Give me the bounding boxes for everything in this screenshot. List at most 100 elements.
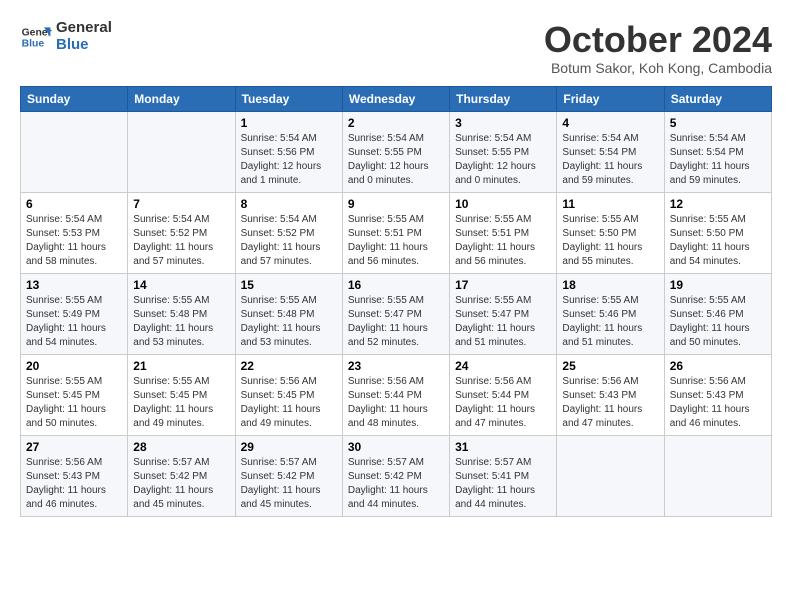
day-info: Sunrise: 5:57 AM Sunset: 5:41 PM Dayligh…	[455, 456, 551, 512]
title-block: October 2024 Botum Sakor, Koh Kong, Camb…	[544, 20, 772, 76]
day-number: 9	[348, 197, 444, 211]
calendar-week-row: 27Sunrise: 5:56 AM Sunset: 5:43 PM Dayli…	[21, 435, 772, 516]
day-info: Sunrise: 5:54 AM Sunset: 5:52 PM Dayligh…	[241, 213, 337, 269]
day-info: Sunrise: 5:56 AM Sunset: 5:43 PM Dayligh…	[26, 456, 122, 512]
calendar-cell: 11 Sunrise: 5:55 AM Sunset: 5:50 PM Dayli…	[557, 192, 664, 273]
calendar-cell: 24 Sunrise: 5:56 AM Sunset: 5:44 PM Dayli…	[450, 354, 557, 435]
calendar-cell: 15 Sunrise: 5:55 AM Sunset: 5:48 PM Dayli…	[235, 273, 342, 354]
day-number: 13	[26, 278, 122, 292]
location-subtitle: Botum Sakor, Koh Kong, Cambodia	[544, 60, 772, 76]
day-info: Sunrise: 5:57 AM Sunset: 5:42 PM Dayligh…	[241, 456, 337, 512]
calendar-cell: 25 Sunrise: 5:56 AM Sunset: 5:43 PM Dayli…	[557, 354, 664, 435]
column-header-sunday: Sunday	[21, 86, 128, 111]
calendar-cell: 8Sunrise: 5:54 AM Sunset: 5:52 PM Daylig…	[235, 192, 342, 273]
day-info: Sunrise: 5:54 AM Sunset: 5:53 PM Dayligh…	[26, 213, 122, 269]
calendar-week-row: 1Sunrise: 5:54 AM Sunset: 5:56 PM Daylig…	[21, 111, 772, 192]
day-number: 29	[241, 440, 337, 454]
day-number: 18	[562, 278, 658, 292]
calendar-cell: 21 Sunrise: 5:55 AM Sunset: 5:45 PM Dayli…	[128, 354, 235, 435]
column-header-wednesday: Wednesday	[342, 86, 449, 111]
day-info: Sunrise: 5:55 AM Sunset: 5:45 PM Dayligh…	[26, 375, 122, 431]
day-info: Sunrise: 5:55 AM Sunset: 5:47 PM Dayligh…	[348, 294, 444, 350]
day-number: 20	[26, 359, 122, 373]
day-number: 4	[562, 116, 658, 130]
day-number: 14	[133, 278, 229, 292]
day-number: 3	[455, 116, 551, 130]
calendar-body: 1Sunrise: 5:54 AM Sunset: 5:56 PM Daylig…	[21, 111, 772, 516]
day-number: 11	[562, 197, 658, 211]
month-title: October 2024	[544, 20, 772, 60]
calendar-cell: 20 Sunrise: 5:55 AM Sunset: 5:45 PM Dayli…	[21, 354, 128, 435]
day-number: 2	[348, 116, 444, 130]
day-number: 28	[133, 440, 229, 454]
day-info: Sunrise: 5:54 AM Sunset: 5:55 PM Dayligh…	[348, 132, 444, 188]
day-info: Sunrise: 5:55 AM Sunset: 5:51 PM Dayligh…	[455, 213, 551, 269]
calendar-header-row: SundayMondayTuesdayWednesdayThursdayFrid…	[21, 86, 772, 111]
calendar-cell: 7Sunrise: 5:54 AM Sunset: 5:52 PM Daylig…	[128, 192, 235, 273]
day-info: Sunrise: 5:56 AM Sunset: 5:43 PM Dayligh…	[670, 375, 766, 431]
logo-icon: General Blue	[20, 21, 52, 53]
column-header-tuesday: Tuesday	[235, 86, 342, 111]
day-info: Sunrise: 5:55 AM Sunset: 5:48 PM Dayligh…	[133, 294, 229, 350]
page-header: General Blue General Blue October 2024 B…	[20, 20, 772, 76]
day-number: 12	[670, 197, 766, 211]
day-number: 25	[562, 359, 658, 373]
calendar-cell: 3 Sunrise: 5:54 AM Sunset: 5:55 PM Daylig…	[450, 111, 557, 192]
calendar-cell: 13 Sunrise: 5:55 AM Sunset: 5:49 PM Dayli…	[21, 273, 128, 354]
day-info: Sunrise: 5:55 AM Sunset: 5:46 PM Dayligh…	[670, 294, 766, 350]
day-info: Sunrise: 5:54 AM Sunset: 5:54 PM Dayligh…	[562, 132, 658, 188]
calendar-cell: 1Sunrise: 5:54 AM Sunset: 5:56 PM Daylig…	[235, 111, 342, 192]
calendar-week-row: 6Sunrise: 5:54 AM Sunset: 5:53 PM Daylig…	[21, 192, 772, 273]
day-number: 30	[348, 440, 444, 454]
day-number: 31	[455, 440, 551, 454]
day-info: Sunrise: 5:54 AM Sunset: 5:55 PM Dayligh…	[455, 132, 551, 188]
calendar-cell: 2 Sunrise: 5:54 AM Sunset: 5:55 PM Daylig…	[342, 111, 449, 192]
day-info: Sunrise: 5:54 AM Sunset: 5:54 PM Dayligh…	[670, 132, 766, 188]
calendar-cell: 27Sunrise: 5:56 AM Sunset: 5:43 PM Dayli…	[21, 435, 128, 516]
calendar-cell: 10Sunrise: 5:55 AM Sunset: 5:51 PM Dayli…	[450, 192, 557, 273]
day-number: 26	[670, 359, 766, 373]
svg-text:Blue: Blue	[22, 38, 45, 49]
calendar-cell	[21, 111, 128, 192]
day-info: Sunrise: 5:56 AM Sunset: 5:43 PM Dayligh…	[562, 375, 658, 431]
calendar-cell: 12Sunrise: 5:55 AM Sunset: 5:50 PM Dayli…	[664, 192, 771, 273]
calendar-cell: 23Sunrise: 5:56 AM Sunset: 5:44 PM Dayli…	[342, 354, 449, 435]
calendar-cell: 22 Sunrise: 5:56 AM Sunset: 5:45 PM Dayli…	[235, 354, 342, 435]
day-info: Sunrise: 5:55 AM Sunset: 5:49 PM Dayligh…	[26, 294, 122, 350]
calendar-cell: 14 Sunrise: 5:55 AM Sunset: 5:48 PM Dayli…	[128, 273, 235, 354]
day-number: 24	[455, 359, 551, 373]
day-info: Sunrise: 5:54 AM Sunset: 5:52 PM Dayligh…	[133, 213, 229, 269]
calendar-cell: 26 Sunrise: 5:56 AM Sunset: 5:43 PM Dayli…	[664, 354, 771, 435]
calendar-cell: 31 Sunrise: 5:57 AM Sunset: 5:41 PM Dayli…	[450, 435, 557, 516]
calendar-cell: 19Sunrise: 5:55 AM Sunset: 5:46 PM Dayli…	[664, 273, 771, 354]
day-number: 5	[670, 116, 766, 130]
day-info: Sunrise: 5:55 AM Sunset: 5:45 PM Dayligh…	[133, 375, 229, 431]
calendar-cell: 9 Sunrise: 5:55 AM Sunset: 5:51 PM Daylig…	[342, 192, 449, 273]
column-header-monday: Monday	[128, 86, 235, 111]
calendar-table: SundayMondayTuesdayWednesdayThursdayFrid…	[20, 86, 772, 517]
day-number: 21	[133, 359, 229, 373]
day-info: Sunrise: 5:55 AM Sunset: 5:47 PM Dayligh…	[455, 294, 551, 350]
column-header-friday: Friday	[557, 86, 664, 111]
day-number: 1	[241, 116, 337, 130]
day-info: Sunrise: 5:55 AM Sunset: 5:50 PM Dayligh…	[562, 213, 658, 269]
calendar-cell: 4 Sunrise: 5:54 AM Sunset: 5:54 PM Daylig…	[557, 111, 664, 192]
day-info: Sunrise: 5:56 AM Sunset: 5:44 PM Dayligh…	[348, 375, 444, 431]
calendar-cell: 17Sunrise: 5:55 AM Sunset: 5:47 PM Dayli…	[450, 273, 557, 354]
day-info: Sunrise: 5:55 AM Sunset: 5:51 PM Dayligh…	[348, 213, 444, 269]
day-number: 22	[241, 359, 337, 373]
day-number: 15	[241, 278, 337, 292]
day-info: Sunrise: 5:55 AM Sunset: 5:48 PM Dayligh…	[241, 294, 337, 350]
column-header-saturday: Saturday	[664, 86, 771, 111]
day-info: Sunrise: 5:57 AM Sunset: 5:42 PM Dayligh…	[133, 456, 229, 512]
calendar-cell	[128, 111, 235, 192]
calendar-cell: 28 Sunrise: 5:57 AM Sunset: 5:42 PM Dayli…	[128, 435, 235, 516]
calendar-cell: 30Sunrise: 5:57 AM Sunset: 5:42 PM Dayli…	[342, 435, 449, 516]
day-info: Sunrise: 5:56 AM Sunset: 5:45 PM Dayligh…	[241, 375, 337, 431]
calendar-week-row: 13 Sunrise: 5:55 AM Sunset: 5:49 PM Dayli…	[21, 273, 772, 354]
logo: General Blue General Blue	[20, 20, 112, 53]
day-info: Sunrise: 5:56 AM Sunset: 5:44 PM Dayligh…	[455, 375, 551, 431]
calendar-cell: 16Sunrise: 5:55 AM Sunset: 5:47 PM Dayli…	[342, 273, 449, 354]
calendar-week-row: 20 Sunrise: 5:55 AM Sunset: 5:45 PM Dayli…	[21, 354, 772, 435]
column-header-thursday: Thursday	[450, 86, 557, 111]
